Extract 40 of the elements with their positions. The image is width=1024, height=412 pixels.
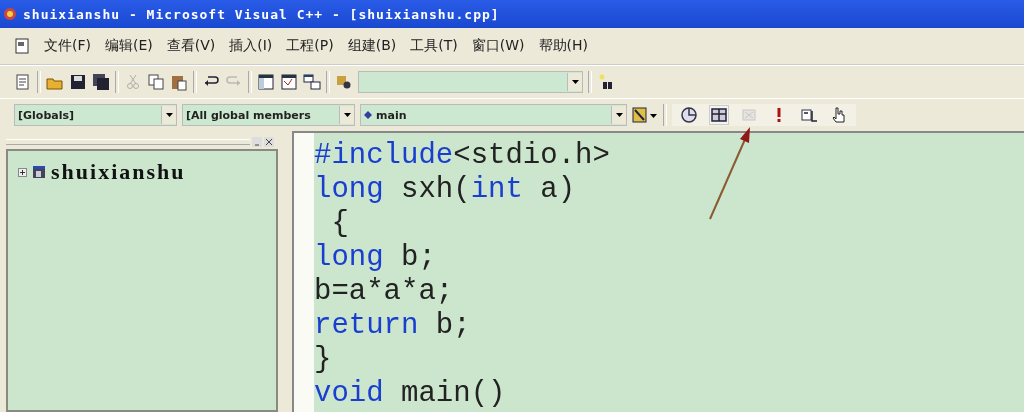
code-line: void main()	[314, 377, 507, 411]
tree-item[interactable]: shuixianshu	[51, 159, 186, 185]
diamond-icon	[364, 111, 372, 119]
menu-item[interactable]: 组建(B)	[347, 37, 397, 55]
windows-icon[interactable]	[303, 73, 321, 91]
dropdown-arrow-icon	[165, 113, 173, 117]
menu-item[interactable]: 查看(V)	[166, 37, 216, 55]
project-icon	[32, 165, 46, 179]
code-line: }	[314, 343, 333, 377]
code-line: long sxh(int a)	[314, 173, 577, 207]
code-line: b=a*a*a;	[314, 275, 455, 309]
menu-item[interactable]: 工具(T)	[410, 37, 458, 55]
member-combo[interactable]: main	[360, 104, 627, 126]
save-icon[interactable]	[69, 73, 87, 91]
expand-icon[interactable]	[18, 167, 27, 177]
dropdown-arrow-icon	[571, 80, 579, 84]
paste-icon[interactable]	[170, 73, 188, 91]
workspace-icon[interactable]	[257, 73, 275, 91]
dropdown-arrow-icon	[615, 113, 623, 117]
dropdown-arrow-icon	[343, 113, 351, 117]
menu-item[interactable]: 编辑(E)	[105, 37, 153, 55]
copy-icon[interactable]	[147, 73, 165, 91]
document-icon[interactable]	[14, 38, 30, 54]
close-icon[interactable]	[264, 137, 274, 147]
output-icon[interactable]	[280, 73, 298, 91]
hand-icon[interactable]	[830, 106, 848, 124]
code-line: #include<stdio.h>	[314, 139, 611, 173]
code-line: return b;	[314, 309, 472, 343]
menu-item[interactable]: 工程(P)	[286, 37, 334, 55]
new-icon[interactable]	[14, 73, 32, 91]
window-title: shuixianshu - Microsoft Visual C++ - [shuixianshu.cpp]	[23, 6, 500, 22]
code-line: {	[330, 207, 350, 241]
class-combo[interactable]: [Globals]	[14, 104, 177, 126]
menu-item[interactable]: 插入(I)	[229, 37, 273, 55]
code-line: long b;	[314, 241, 437, 275]
menu-item[interactable]: 帮助(H)	[538, 37, 588, 55]
menu-item[interactable]: 窗口(W)	[471, 37, 525, 55]
filter-combo[interactable]: [All global members	[182, 104, 355, 126]
menu-item[interactable]: 文件(F)	[44, 37, 91, 55]
app-icon	[3, 7, 17, 21]
